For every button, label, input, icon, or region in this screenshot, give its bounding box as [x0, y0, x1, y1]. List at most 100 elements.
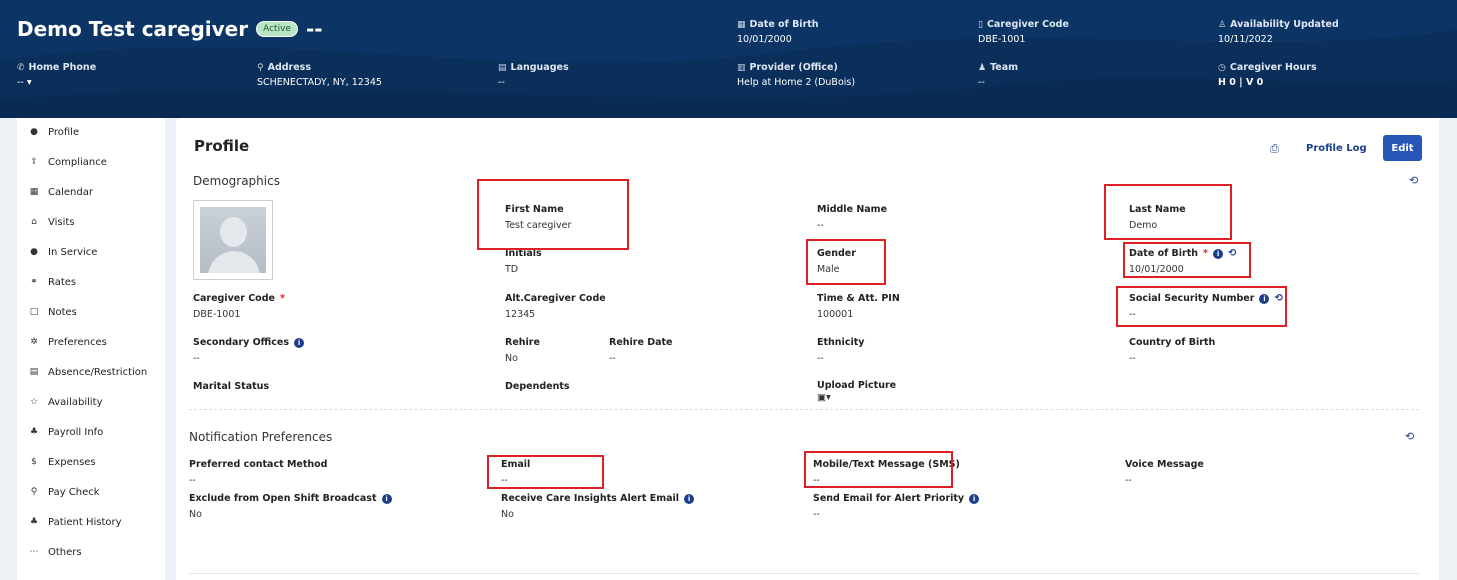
upload-picture-label: Upload Picture	[817, 380, 897, 391]
sidebar-item-payroll-info[interactable]: ♣ Payroll Info	[29, 422, 103, 442]
field-dependents: Dependents	[505, 381, 570, 392]
profile-log-link[interactable]: Profile Log	[1306, 143, 1367, 154]
handshake-icon: ⚭	[30, 277, 38, 287]
ethnicity-value: --	[817, 353, 824, 364]
email-value: --	[501, 475, 508, 486]
country-label: Country of Birth	[1129, 337, 1216, 348]
demographics-title: Demographics	[193, 174, 280, 188]
gear-icon: ✲	[30, 337, 38, 347]
sidebar-item-absence-restriction[interactable]: ▤ Absence/Restriction	[29, 362, 148, 382]
sidebar-item-pay-check[interactable]: ⚲ Pay Check	[29, 482, 100, 502]
ssn-value: --	[1129, 309, 1136, 320]
alert-priority-value: --	[813, 509, 820, 520]
last-name-value: Demo	[1129, 220, 1158, 231]
id-card-icon: ▯	[978, 19, 983, 30]
section-divider	[189, 409, 1419, 410]
sms-value: --	[813, 475, 820, 486]
caregiver-name: Demo Test caregiver	[17, 17, 249, 41]
sidebar-item-notes[interactable]: □ Notes	[29, 302, 77, 322]
header-address: ⚲ Address SCHENECTADY, NY, 12345	[257, 62, 382, 88]
sidebar-item-rates[interactable]: ⚭ Rates	[29, 272, 76, 292]
location-pin-icon: ⚲	[257, 62, 264, 73]
info-icon[interactable]: i	[381, 493, 392, 504]
preferred-contact-value: --	[189, 475, 196, 486]
users-icon: ♣	[29, 427, 39, 437]
sidebar-item-label: Calendar	[48, 186, 93, 198]
sidebar-item-availability[interactable]: ☆ Availability	[29, 392, 103, 412]
field-middle-name: Middle Name --	[817, 204, 887, 231]
team-icon: ♟	[978, 62, 987, 73]
header-caregiver-hours: ◷ Caregiver Hours H 0 | V 0	[1218, 62, 1317, 88]
clock-icon: ◷	[1218, 62, 1226, 73]
field-rehire-date: Rehire Date --	[609, 337, 673, 364]
caret-down-icon[interactable]: ▾	[27, 77, 32, 88]
info-icon[interactable]: i	[969, 493, 980, 504]
middle-name-value: --	[817, 220, 824, 231]
marital-status-label: Marital Status	[193, 381, 270, 392]
phone-icon: ✆	[17, 62, 25, 73]
header-home-phone[interactable]: ✆ Home Phone -- ▾	[17, 62, 96, 88]
bottom-divider	[189, 573, 1419, 574]
calendar-icon: ▦	[29, 187, 39, 197]
caregiver-code-label: Caregiver Code	[193, 293, 275, 304]
care-insights-value: No	[501, 509, 514, 520]
header-provider: ▥ Provider (Office) Help at Home 2 (DuBoi…	[737, 62, 855, 88]
sidebar-item-compliance[interactable]: ⇪ Compliance	[29, 152, 107, 172]
field-alt-caregiver-code: Alt.Caregiver Code 12345	[505, 293, 606, 320]
field-preferred-contact: Preferred contact Method --	[189, 459, 327, 486]
info-icon[interactable]: i	[1213, 248, 1224, 259]
rehire-label: Rehire	[505, 337, 540, 348]
caregiver-name-row: Demo Test caregiver Active --	[17, 17, 323, 41]
header-phone-label: Home Phone	[28, 62, 97, 73]
dob-label: Date of Birth	[1129, 248, 1199, 259]
rehire-date-label: Rehire Date	[609, 337, 673, 348]
field-alert-priority: Send Email for Alert Priority i --	[813, 493, 980, 520]
sidebar-item-in-service[interactable]: ● In Service	[29, 242, 97, 262]
sidebar-item-patient-history[interactable]: ♣ Patient History	[29, 512, 122, 532]
field-sms: Mobile/Text Message (SMS) --	[813, 459, 960, 486]
alt-code-value: 12345	[505, 309, 536, 320]
sidebar-item-label: Availability	[48, 396, 103, 408]
sidebar-item-expenses[interactable]: $ Expenses	[29, 452, 96, 472]
info-icon[interactable]: i	[684, 493, 695, 504]
sidebar-item-calendar[interactable]: ▦ Calendar	[29, 182, 93, 202]
sidebar-item-preferences[interactable]: ✲ Preferences	[29, 332, 107, 352]
country-value: --	[1129, 353, 1136, 364]
gender-value: Male	[817, 264, 840, 275]
first-name-label: First Name	[505, 204, 564, 215]
alert-priority-label: Send Email for Alert Priority	[813, 493, 965, 504]
header-address-label: Address	[267, 62, 311, 73]
sidebar-item-profile[interactable]: ● Profile	[29, 122, 79, 142]
users-icon: ♣	[29, 517, 39, 527]
history-icon[interactable]: ⟲	[1405, 430, 1414, 443]
sidebar-item-label: Preferences	[48, 336, 107, 348]
history-icon[interactable]: ⟲	[1274, 293, 1282, 304]
field-rehire: Rehire No	[505, 337, 540, 364]
print-icon[interactable]: ⎙	[1270, 142, 1279, 156]
field-exclude-open-shift: Exclude from Open Shift Broadcast i No	[189, 493, 392, 520]
email-label: Email	[501, 459, 531, 470]
star-icon: ☆	[29, 397, 39, 407]
last-name-label: Last Name	[1129, 204, 1186, 215]
ethnicity-label: Ethnicity	[817, 337, 865, 348]
status-badge: Active	[256, 21, 298, 37]
voice-message-label: Voice Message	[1125, 459, 1204, 470]
caregiver-code-value: DBE-1001	[193, 309, 241, 320]
initials-value: TD	[505, 264, 519, 275]
edit-button[interactable]: Edit	[1383, 135, 1422, 161]
sidebar-nav: ● Profile ⇪ Compliance ▦ Calendar ⌂ Visits ●…	[17, 118, 165, 580]
sidebar-item-others[interactable]: ⋯ Others	[29, 542, 82, 562]
dependents-label: Dependents	[505, 381, 570, 392]
history-icon[interactable]: ⟲	[1228, 248, 1236, 259]
info-icon[interactable]: i	[294, 337, 305, 348]
compliance-icon: ⇪	[30, 157, 38, 167]
history-icon[interactable]: ⟲	[1409, 174, 1418, 187]
sidebar-item-label: Notes	[48, 306, 77, 318]
field-initials: Initials TD	[505, 248, 542, 275]
sidebar-item-visits[interactable]: ⌂ Visits	[29, 212, 74, 232]
field-marital-status: Marital Status	[193, 381, 269, 392]
sidebar-item-label: In Service	[48, 246, 98, 258]
info-icon[interactable]: i	[1259, 293, 1270, 304]
dollar-icon: $	[31, 457, 37, 467]
upload-dropdown-icon[interactable]: ▣▾	[817, 392, 896, 403]
